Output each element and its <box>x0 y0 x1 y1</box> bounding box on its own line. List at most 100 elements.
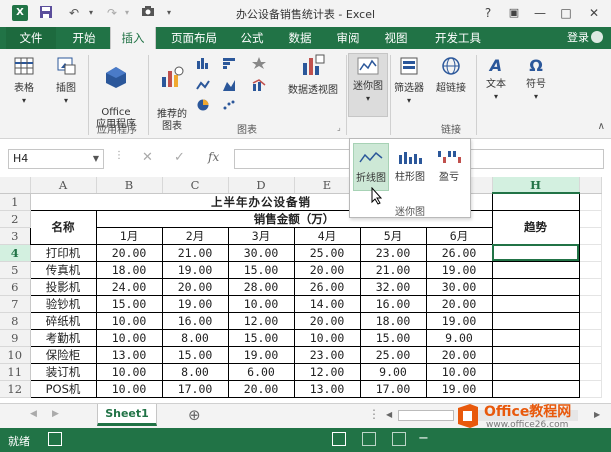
filter-button[interactable]: 筛选器 ▾ <box>392 55 426 107</box>
scroll-right-icon[interactable]: ▶ <box>52 409 59 419</box>
sparkline-column-item[interactable]: 柱形图 <box>392 143 428 191</box>
value-cell[interactable]: 17.00 <box>161 379 229 398</box>
pie-chart-icon[interactable] <box>196 99 210 111</box>
trend-cell[interactable] <box>491 328 580 347</box>
value-cell[interactable]: 10.00 <box>95 328 163 347</box>
enter-icon[interactable]: ✓ <box>174 150 185 165</box>
collapse-ribbon-icon[interactable]: ∧ <box>598 121 605 132</box>
value-cell[interactable]: 23.00 <box>293 345 361 364</box>
page-break-view-icon[interactable] <box>392 432 406 446</box>
tab-formulas[interactable]: 公式 <box>230 27 274 49</box>
value-cell[interactable]: 19.00 <box>227 345 295 364</box>
tab-view[interactable]: 视图 <box>374 27 418 49</box>
symbol-button[interactable]: Ω 符号 ▾ <box>518 55 554 103</box>
item-name-cell[interactable]: 传真机 <box>29 260 97 279</box>
value-cell[interactable]: 25.00 <box>359 345 427 364</box>
illustrations-button[interactable]: 插图 ▾ <box>46 55 86 107</box>
month-header[interactable]: 1月 <box>95 226 163 245</box>
more-sheets-icon[interactable]: ⋮ <box>368 407 380 421</box>
trend-cell[interactable] <box>491 260 580 279</box>
select-all-corner[interactable] <box>0 177 31 194</box>
value-cell[interactable]: 26.00 <box>293 277 361 296</box>
item-name-cell[interactable]: 保险柜 <box>29 345 97 364</box>
tab-insert[interactable]: 插入 <box>110 27 156 50</box>
value-cell[interactable]: 19.00 <box>161 294 229 313</box>
text-button[interactable]: A 文本 ▾ <box>478 55 514 103</box>
dialog-launcher-icon[interactable]: ⌟ <box>337 123 341 132</box>
cell[interactable] <box>579 227 602 245</box>
page-layout-view-icon[interactable] <box>362 432 376 446</box>
value-cell[interactable]: 10.00 <box>227 294 295 313</box>
add-sheet-button[interactable]: ⊕ <box>188 406 201 424</box>
cell[interactable] <box>579 329 602 347</box>
value-cell[interactable]: 19.00 <box>161 260 229 279</box>
value-cell[interactable]: 15.00 <box>359 328 427 347</box>
value-cell[interactable]: 21.00 <box>359 260 427 279</box>
item-name-cell[interactable]: 验钞机 <box>29 294 97 313</box>
row-header[interactable]: 11 <box>0 363 31 381</box>
sparkline-winloss-item[interactable]: 盈亏 <box>431 143 467 191</box>
month-header[interactable]: 2月 <box>161 226 229 245</box>
value-cell[interactable]: 16.00 <box>161 311 229 330</box>
value-cell[interactable]: 13.00 <box>293 379 361 398</box>
column-header[interactable]: D <box>228 177 295 194</box>
row-header[interactable]: 5 <box>0 261 31 279</box>
scatter-chart-icon[interactable] <box>222 99 236 111</box>
cell[interactable] <box>579 312 602 330</box>
trend-cell[interactable] <box>491 379 580 398</box>
row-header[interactable]: 1 <box>0 193 31 211</box>
value-cell[interactable]: 18.00 <box>95 260 163 279</box>
trend-cell[interactable] <box>491 362 580 381</box>
value-cell[interactable]: 19.00 <box>425 311 493 330</box>
sparklines-button[interactable]: 迷你图 ▾ <box>348 53 388 117</box>
horizontal-scrollbar-thumb[interactable] <box>398 410 454 421</box>
item-name-cell[interactable]: POS机 <box>29 379 97 398</box>
tab-data[interactable]: 数据 <box>278 27 322 49</box>
value-cell[interactable]: 25.00 <box>293 243 361 262</box>
row-header[interactable]: 7 <box>0 295 31 313</box>
tab-developer[interactable]: 开发工具 <box>426 27 490 49</box>
cell[interactable] <box>579 363 602 381</box>
month-header[interactable]: 3月 <box>227 226 295 245</box>
column-header[interactable]: C <box>162 177 229 194</box>
column-header[interactable]: A <box>30 177 97 194</box>
ribbon-display-button[interactable]: ▣ <box>504 4 524 22</box>
value-cell[interactable]: 20.00 <box>227 379 295 398</box>
value-cell[interactable]: 15.00 <box>227 260 295 279</box>
value-cell[interactable]: 10.00 <box>95 379 163 398</box>
close-button[interactable]: ✕ <box>584 4 604 22</box>
month-header[interactable]: 5月 <box>359 226 427 245</box>
item-name-cell[interactable]: 碎纸机 <box>29 311 97 330</box>
value-cell[interactable]: 32.00 <box>359 277 427 296</box>
waterfall-chart-icon[interactable] <box>222 79 236 91</box>
line-chart-icon[interactable] <box>196 79 210 91</box>
tab-review[interactable]: 审阅 <box>326 27 370 49</box>
value-cell[interactable]: 20.00 <box>425 345 493 364</box>
trend-header[interactable]: 趋势 <box>491 209 580 245</box>
value-cell[interactable]: 20.00 <box>293 260 361 279</box>
active-cell-h4[interactable] <box>491 243 580 262</box>
name-box[interactable]: H4 ▼ <box>8 149 104 169</box>
value-cell[interactable]: 9.00 <box>359 362 427 381</box>
pivot-chart-button[interactable]: 数据透视图 <box>284 53 342 97</box>
month-header[interactable]: 4月 <box>293 226 361 245</box>
combo-chart-icon[interactable] <box>252 79 266 91</box>
cell[interactable] <box>491 192 580 211</box>
cell[interactable] <box>579 193 602 211</box>
trend-cell[interactable] <box>491 294 580 313</box>
value-cell[interactable]: 12.00 <box>293 362 361 381</box>
zoom-out-button[interactable]: − <box>418 431 429 446</box>
trend-cell[interactable] <box>491 345 580 364</box>
row-header[interactable]: 3 <box>0 227 31 245</box>
tab-file[interactable]: 文件 <box>6 27 56 49</box>
row-header[interactable]: 6 <box>0 278 31 296</box>
value-cell[interactable]: 8.00 <box>161 328 229 347</box>
account-icon[interactable] <box>591 31 603 43</box>
value-cell[interactable]: 20.00 <box>293 311 361 330</box>
item-name-cell[interactable]: 投影机 <box>29 277 97 296</box>
cancel-icon[interactable]: ✕ <box>142 150 153 165</box>
month-header[interactable]: 6月 <box>425 226 493 245</box>
value-cell[interactable]: 10.00 <box>95 311 163 330</box>
macro-record-icon[interactable] <box>48 432 62 446</box>
value-cell[interactable]: 20.00 <box>95 243 163 262</box>
